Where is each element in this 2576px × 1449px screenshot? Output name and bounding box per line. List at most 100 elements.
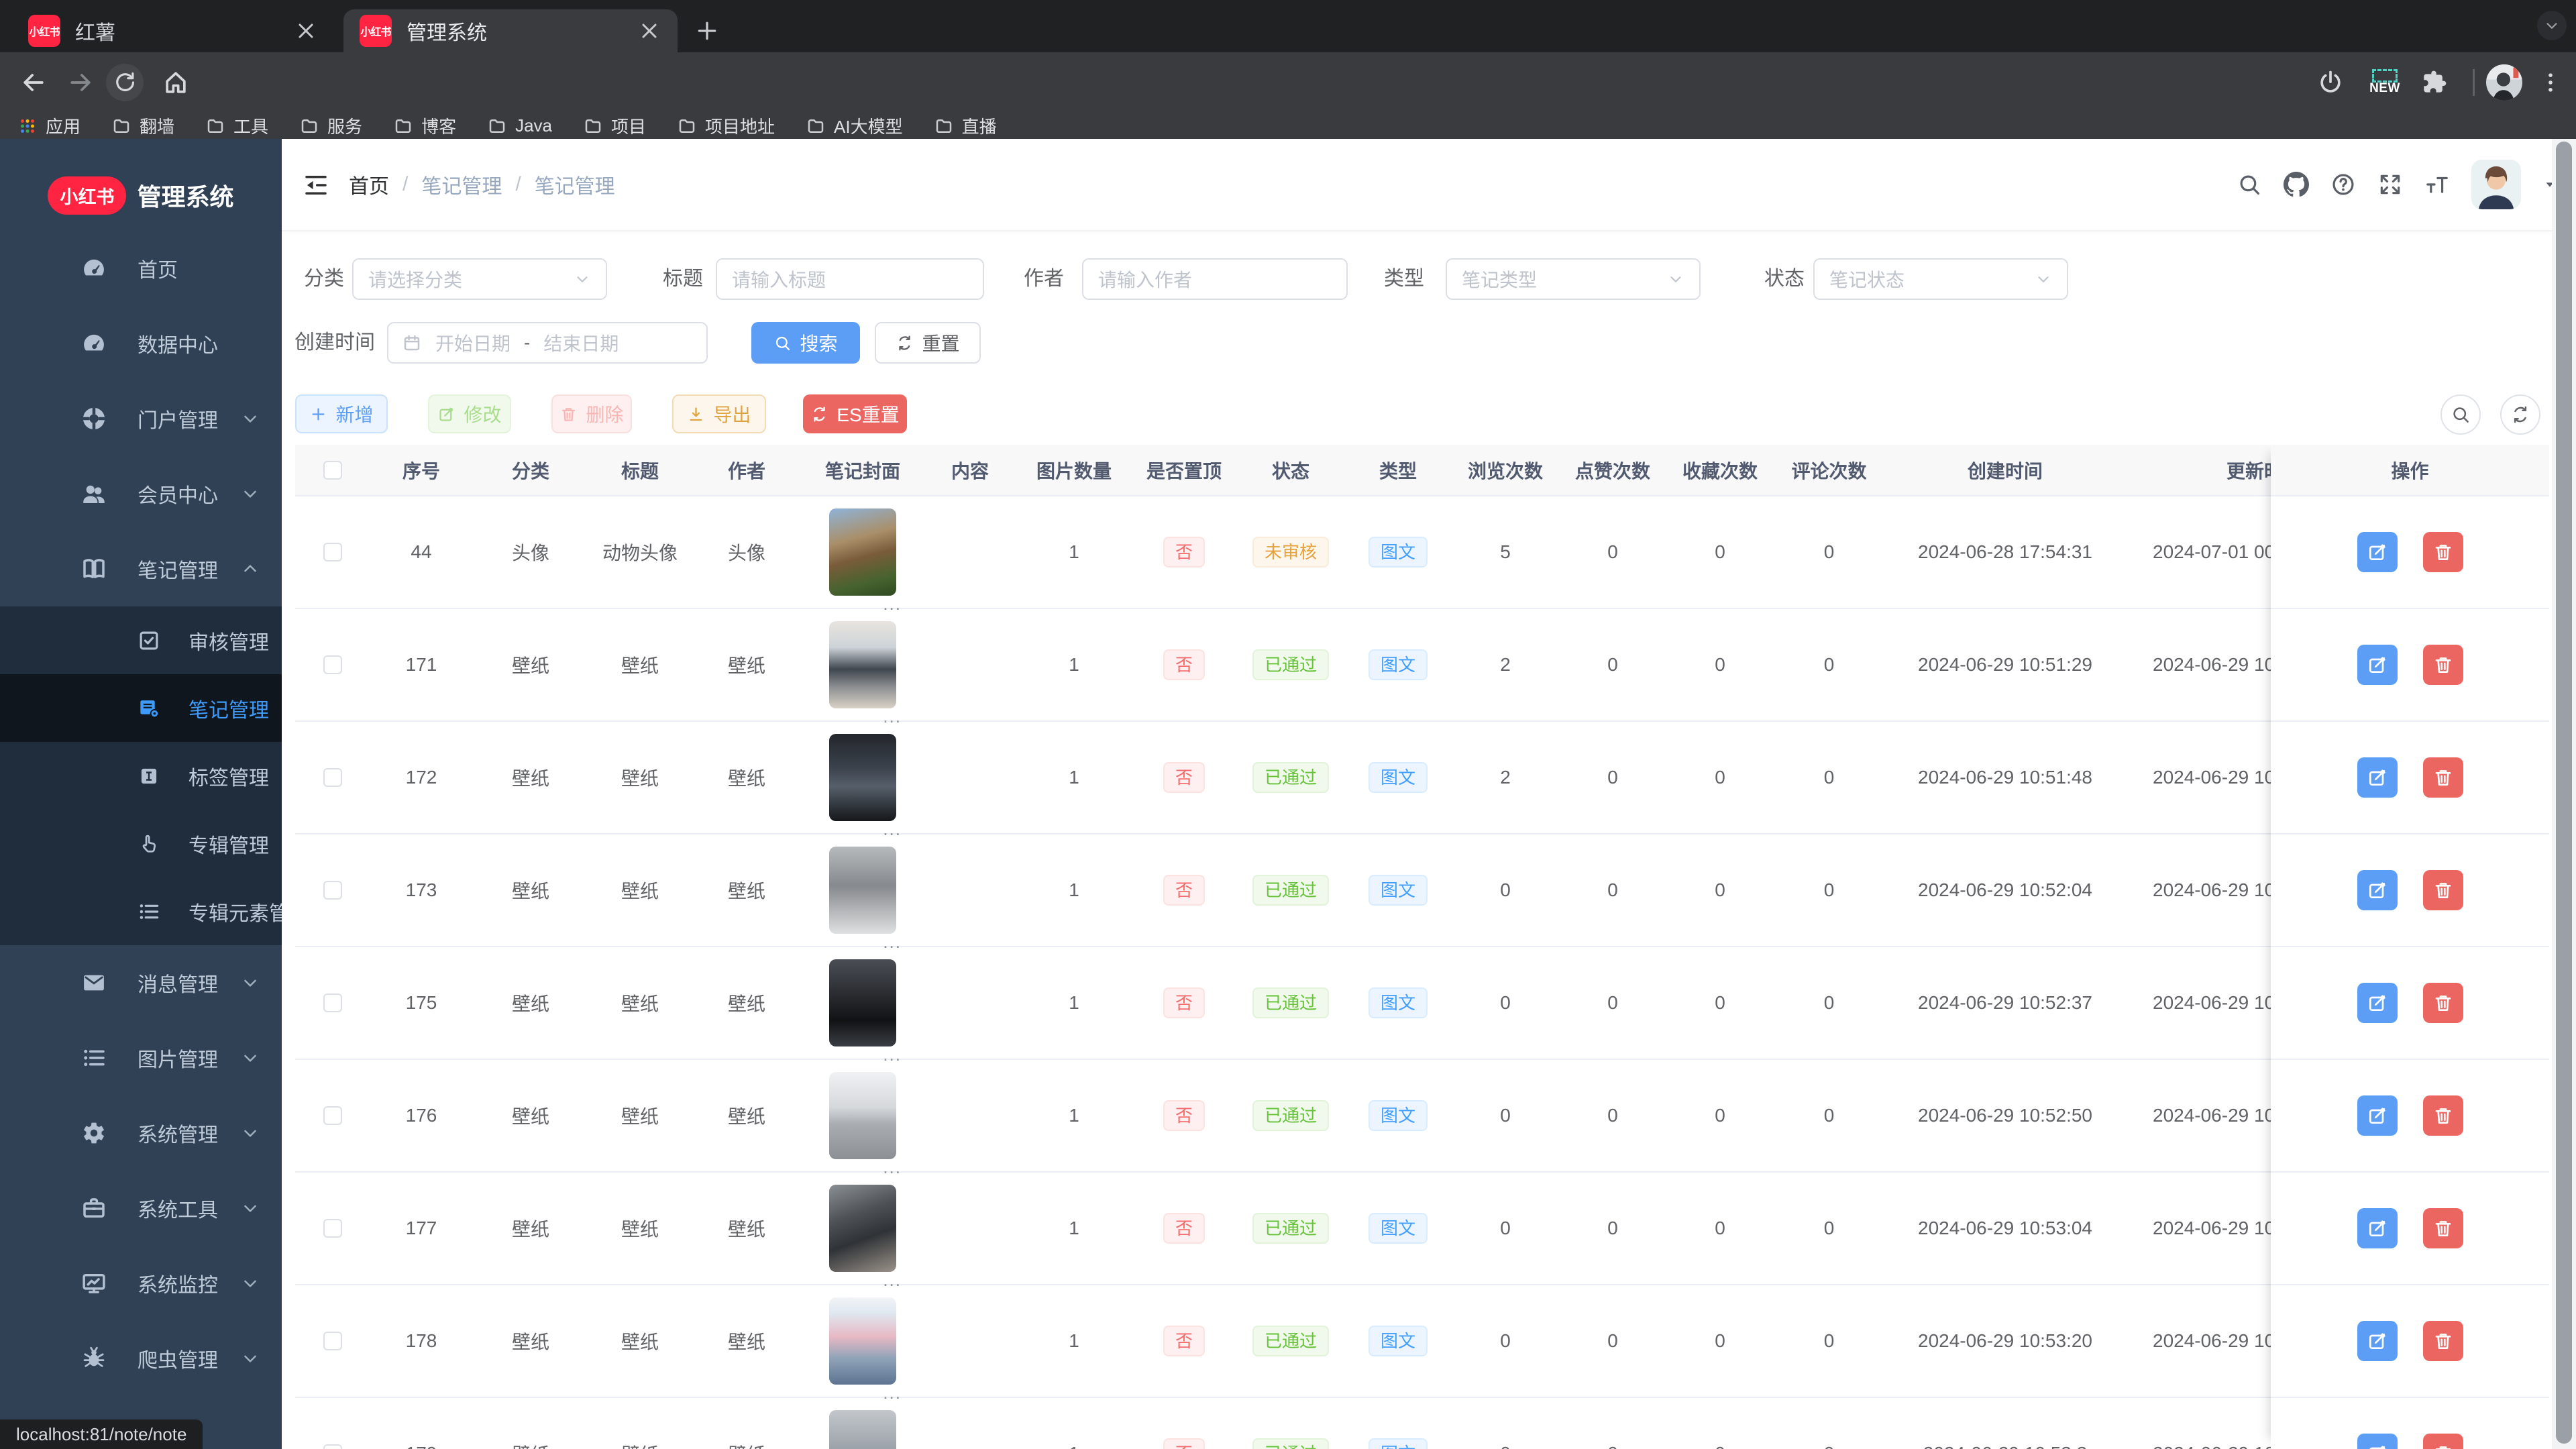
table-row[interactable]: 175 壁纸 壁纸 壁纸 ... 1 否 已通过 图文 0 0 0 0 2024… bbox=[295, 947, 2549, 1065]
toggle-search-button[interactable] bbox=[2440, 394, 2481, 435]
sidebar-subitem[interactable]: 标签管理 bbox=[0, 742, 282, 810]
row-edit-button[interactable] bbox=[2357, 1208, 2398, 1248]
page-scrollbar[interactable] bbox=[2552, 139, 2576, 1449]
table-row[interactable]: 171 壁纸 壁纸 壁纸 ... 1 否 已通过 图文 2 0 0 0 2024… bbox=[295, 609, 2549, 727]
row-edit-button[interactable] bbox=[2357, 983, 2398, 1023]
author-input[interactable]: 请输入作者 bbox=[1082, 258, 1348, 300]
sidebar-item[interactable]: 会员中心 bbox=[0, 456, 282, 531]
row-checkbox[interactable] bbox=[323, 1444, 342, 1449]
sidebar-item[interactable]: 门户管理 bbox=[0, 381, 282, 456]
bookmark-item[interactable]: 应用 bbox=[17, 113, 80, 138]
end-date-placeholder[interactable]: 结束日期 bbox=[543, 329, 619, 356]
note-cover-mountain-poster-photo[interactable]: ... bbox=[829, 1297, 900, 1403]
note-cover-city-photo[interactable]: ... bbox=[829, 1410, 896, 1449]
bookmark-item[interactable]: AI大模型 bbox=[806, 113, 903, 138]
sidebar-item[interactable]: 图片管理 bbox=[0, 1020, 282, 1095]
table-row[interactable]: 179 壁纸 壁纸 壁纸 ... 1 否 已通过 图文 0 0 0 0 2024… bbox=[295, 1398, 2549, 1449]
back-button[interactable] bbox=[19, 68, 48, 97]
reset-button[interactable]: 重置 bbox=[875, 322, 981, 364]
app-logo[interactable]: 小红书 管理系统 bbox=[0, 163, 282, 227]
sidebar-item[interactable]: 系统监控 bbox=[0, 1246, 282, 1321]
row-checkbox[interactable] bbox=[323, 1219, 342, 1238]
note-cover-phone-photo[interactable]: ... bbox=[829, 959, 900, 1065]
sidebar-subitem[interactable]: 专辑元素管理 bbox=[0, 877, 282, 945]
table-row[interactable]: 44 头像 动物头像 头像 ... 1 否 未审核 图文 5 0 0 0 202… bbox=[295, 496, 2549, 614]
sidebar-item[interactable]: 爬虫管理 bbox=[0, 1321, 282, 1396]
refresh-table-button[interactable] bbox=[2500, 394, 2540, 435]
extensions-puzzle-icon[interactable] bbox=[2419, 68, 2449, 97]
row-checkbox[interactable] bbox=[323, 768, 342, 787]
status-select[interactable]: 笔记状态 bbox=[1813, 258, 2068, 300]
search-button[interactable]: 搜索 bbox=[751, 322, 860, 364]
sidebar-item[interactable]: 系统管理 bbox=[0, 1095, 282, 1171]
row-edit-button[interactable] bbox=[2357, 757, 2398, 798]
sidebar-item[interactable]: 系统工具 bbox=[0, 1171, 282, 1246]
sidebar-subitem[interactable]: 专辑管理 bbox=[0, 810, 282, 877]
note-cover-laptop-photo[interactable]: ... bbox=[829, 1072, 900, 1177]
bookmark-item[interactable]: 博客 bbox=[393, 113, 456, 138]
user-avatar[interactable] bbox=[2471, 160, 2521, 209]
row-delete-button[interactable] bbox=[2422, 1095, 2463, 1136]
note-cover-keyboard-desk-photo[interactable]: ... bbox=[829, 847, 900, 952]
forward-button[interactable] bbox=[66, 68, 95, 97]
sidebar-subitem[interactable]: 审核管理 bbox=[0, 606, 282, 674]
table-row[interactable]: 176 壁纸 壁纸 壁纸 ... 1 否 已通过 图文 0 0 0 0 2024… bbox=[295, 1060, 2549, 1177]
row-checkbox[interactable] bbox=[323, 543, 342, 561]
help-icon[interactable] bbox=[2330, 172, 2356, 197]
reload-button[interactable] bbox=[106, 64, 144, 101]
category-select[interactable]: 请选择分类 bbox=[352, 258, 607, 300]
font-size-icon[interactable] bbox=[2424, 172, 2450, 197]
github-icon[interactable] bbox=[2284, 172, 2309, 197]
bookmark-item[interactable]: 服务 bbox=[299, 113, 362, 138]
power-extension-icon[interactable] bbox=[2316, 68, 2345, 97]
row-delete-button[interactable] bbox=[2422, 983, 2463, 1023]
sidebar-item[interactable]: 笔记管理 bbox=[0, 531, 282, 606]
new-extension-icon[interactable]: NEW bbox=[2364, 62, 2406, 103]
row-delete-button[interactable] bbox=[2422, 1208, 2463, 1248]
sidebar-item[interactable]: 首页 bbox=[0, 231, 282, 306]
row-delete-button[interactable] bbox=[2422, 870, 2463, 910]
table-row[interactable]: 173 壁纸 壁纸 壁纸 ... 1 否 已通过 图文 0 0 0 0 2024… bbox=[295, 835, 2549, 952]
row-edit-button[interactable] bbox=[2357, 1434, 2398, 1449]
delete-button[interactable]: 删除 bbox=[551, 394, 632, 433]
sidebar-item[interactable]: 数据中心 bbox=[0, 306, 282, 381]
table-row[interactable]: 177 壁纸 壁纸 壁纸 ... 1 否 已通过 图文 0 0 0 0 2024… bbox=[295, 1173, 2549, 1290]
home-button[interactable] bbox=[161, 68, 191, 97]
note-cover-desk-setup-photo[interactable]: ... bbox=[829, 621, 900, 727]
scrollbar-thumb[interactable] bbox=[2556, 142, 2572, 1444]
browser-tab-inactive[interactable]: 小红书 红薯 bbox=[12, 9, 334, 52]
sidebar-subitem[interactable]: 笔记管理 bbox=[0, 674, 282, 742]
browser-profile-avatar[interactable] bbox=[2486, 64, 2522, 101]
export-button[interactable]: 导出 bbox=[672, 394, 766, 433]
fullscreen-icon[interactable] bbox=[2377, 172, 2403, 197]
breadcrumb-note-mgmt-page[interactable]: 笔记管理 bbox=[535, 170, 615, 199]
row-edit-button[interactable] bbox=[2357, 1095, 2398, 1136]
sidebar-fold-icon[interactable] bbox=[302, 171, 330, 199]
bookmark-item[interactable]: 直播 bbox=[934, 113, 997, 138]
row-checkbox[interactable] bbox=[323, 1332, 342, 1350]
add-button[interactable]: 新增 bbox=[295, 394, 388, 433]
start-date-placeholder[interactable]: 开始日期 bbox=[435, 329, 511, 356]
row-delete-button[interactable] bbox=[2422, 1434, 2463, 1449]
table-row[interactable]: 178 壁纸 壁纸 壁纸 ... 1 否 已通过 图文 0 0 0 0 2024… bbox=[295, 1285, 2549, 1403]
tab-close-icon[interactable] bbox=[637, 19, 661, 43]
row-edit-button[interactable] bbox=[2357, 870, 2398, 910]
note-cover-room-interior-photo[interactable]: ... bbox=[829, 1185, 900, 1290]
bookmark-item[interactable]: 工具 bbox=[205, 113, 268, 138]
bookmark-item[interactable]: 项目地址 bbox=[677, 113, 775, 138]
title-input[interactable]: 请输入标题 bbox=[716, 258, 984, 300]
header-search-icon[interactable] bbox=[2237, 172, 2262, 197]
date-range-picker[interactable]: 开始日期 - 结束日期 bbox=[387, 322, 708, 364]
row-edit-button[interactable] bbox=[2357, 1321, 2398, 1361]
row-checkbox[interactable] bbox=[323, 655, 342, 674]
sidebar-item[interactable]: 消息管理 bbox=[0, 945, 282, 1020]
es-reset-button[interactable]: ES重置 bbox=[803, 394, 907, 433]
bookmark-item[interactable]: Java bbox=[487, 115, 552, 136]
row-delete-button[interactable] bbox=[2422, 757, 2463, 798]
modify-button[interactable]: 修改 bbox=[428, 394, 511, 433]
tab-search-chevron-icon[interactable] bbox=[2537, 11, 2567, 40]
bookmark-item[interactable]: 翻墙 bbox=[111, 113, 174, 138]
note-cover-cat-photo[interactable]: ... bbox=[829, 508, 900, 614]
select-all-checkbox[interactable] bbox=[323, 460, 342, 480]
breadcrumb-note-mgmt[interactable]: 笔记管理 bbox=[421, 170, 502, 199]
